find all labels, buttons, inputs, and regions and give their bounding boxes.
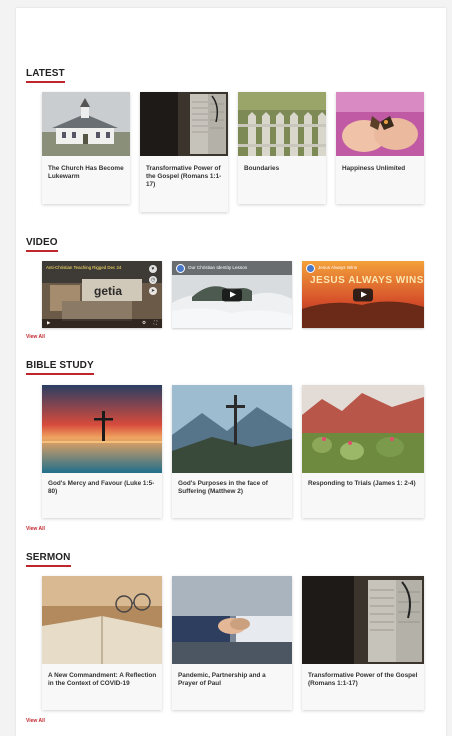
channel-avatar[interactable] <box>306 264 315 273</box>
open-bible-photo <box>140 92 228 156</box>
bible-glasses-photo <box>42 576 162 664</box>
video-title: Anti-Christian Teaching Rigged Dec 24 <box>46 265 122 270</box>
card-title: A New Commandment: A Reflection in the C… <box>48 672 157 688</box>
section-title-sermon: SERMON <box>26 552 71 567</box>
like-icon[interactable]: ♥ <box>149 265 157 273</box>
share-icon[interactable]: ➤ <box>149 287 157 295</box>
sermon-card-new-commandment[interactable]: A New Commandment: A Reflection in the C… <box>42 576 162 710</box>
channel-avatar[interactable] <box>176 264 185 273</box>
card-title: Transformative Power of the Gospel (Roma… <box>308 672 418 688</box>
video-title: Our Christian Identity Lesson <box>188 265 248 270</box>
view-all-bible-study-link[interactable]: View All <box>26 526 45 532</box>
section-title-video: VIDEO <box>26 237 58 252</box>
section-title-text: LATEST <box>26 68 65 79</box>
video-player-1[interactable]: getia Anti-Christian Teaching Rigged Dec… <box>42 261 162 328</box>
sermon-card-pandemic[interactable]: Pandemic, Partnership and a Prayer of Pa… <box>172 576 292 710</box>
cross-mountain-photo <box>172 385 292 473</box>
card-title: Boundaries <box>244 165 280 172</box>
section-title-text: SERMON <box>26 552 71 563</box>
butterfly-in-hands-photo <box>336 92 424 156</box>
desert-cactus-photo <box>302 385 424 473</box>
cross-sunset-photo <box>42 385 162 473</box>
video-player-2[interactable]: Our Christian Identity Lesson <box>172 261 292 328</box>
play-icon[interactable]: ▶ <box>47 320 50 326</box>
sermon-card-gospel[interactable]: Transformative Power of the Gospel (Roma… <box>302 576 424 710</box>
view-all-video-link[interactable]: View All <box>26 334 45 340</box>
play-button[interactable] <box>222 288 242 301</box>
card-title: Responding to Trials (James 1: 2-4) <box>308 480 416 487</box>
section-underline <box>26 565 71 567</box>
section-title-bible-study: BIBLE STUDY <box>26 360 94 375</box>
section-underline <box>26 81 65 83</box>
bible-study-card-mercy[interactable]: God's Mercy and Favour (Luke 1:5-80) <box>42 385 162 518</box>
section-underline <box>26 373 94 375</box>
open-bible-photo <box>302 576 424 664</box>
church-photo <box>42 92 130 156</box>
latest-card-happiness[interactable]: Happiness Unlimited <box>336 92 424 204</box>
fullscreen-icon[interactable]: ⛶ <box>154 320 157 325</box>
bible-study-card-trials[interactable]: Responding to Trials (James 1: 2-4) <box>302 385 424 518</box>
view-all-sermon-link[interactable]: View All <box>26 718 45 724</box>
section-title-latest: LATEST <box>26 68 65 83</box>
svg-text:getia: getia <box>94 284 122 298</box>
card-title: Transformative Power of the Gospel (Roma… <box>146 165 222 189</box>
video-player-3[interactable]: Jesus Always Wins JESUS ALWAYS WINS <box>302 261 424 328</box>
card-title: God's Mercy and Favour (Luke 1:5-80) <box>48 480 155 496</box>
card-title: Pandemic, Partnership and a Prayer of Pa… <box>178 672 266 688</box>
latest-card-church[interactable]: The Church Has Become Lukewarm <box>42 92 130 204</box>
play-button[interactable] <box>353 288 373 301</box>
card-title: Happiness Unlimited <box>342 165 406 172</box>
section-title-text: BIBLE STUDY <box>26 360 94 371</box>
settings-icon[interactable]: ⚙ <box>142 320 146 326</box>
latest-card-boundaries[interactable]: Boundaries <box>238 92 326 204</box>
section-title-text: VIDEO <box>26 237 58 248</box>
picket-fence-photo <box>238 92 326 156</box>
video-overlay-text: JESUS ALWAYS WINS <box>310 275 424 286</box>
video-title: Jesus Always Wins <box>318 265 358 270</box>
clock-icon[interactable]: ◷ <box>149 276 157 284</box>
card-title: God's Purposes in the face of Suffering … <box>178 480 268 496</box>
video-control-bar: ▶ ⚙ ⛶ <box>42 319 162 328</box>
card-title: The Church Has Become Lukewarm <box>48 165 124 181</box>
bible-study-card-purposes[interactable]: God's Purposes in the face of Suffering … <box>172 385 292 518</box>
latest-card-gospel[interactable]: Transformative Power of the Gospel (Roma… <box>140 92 228 212</box>
video-thumbnail-1: getia <box>42 261 162 328</box>
handshake-photo <box>172 576 292 664</box>
section-underline <box>26 250 58 252</box>
